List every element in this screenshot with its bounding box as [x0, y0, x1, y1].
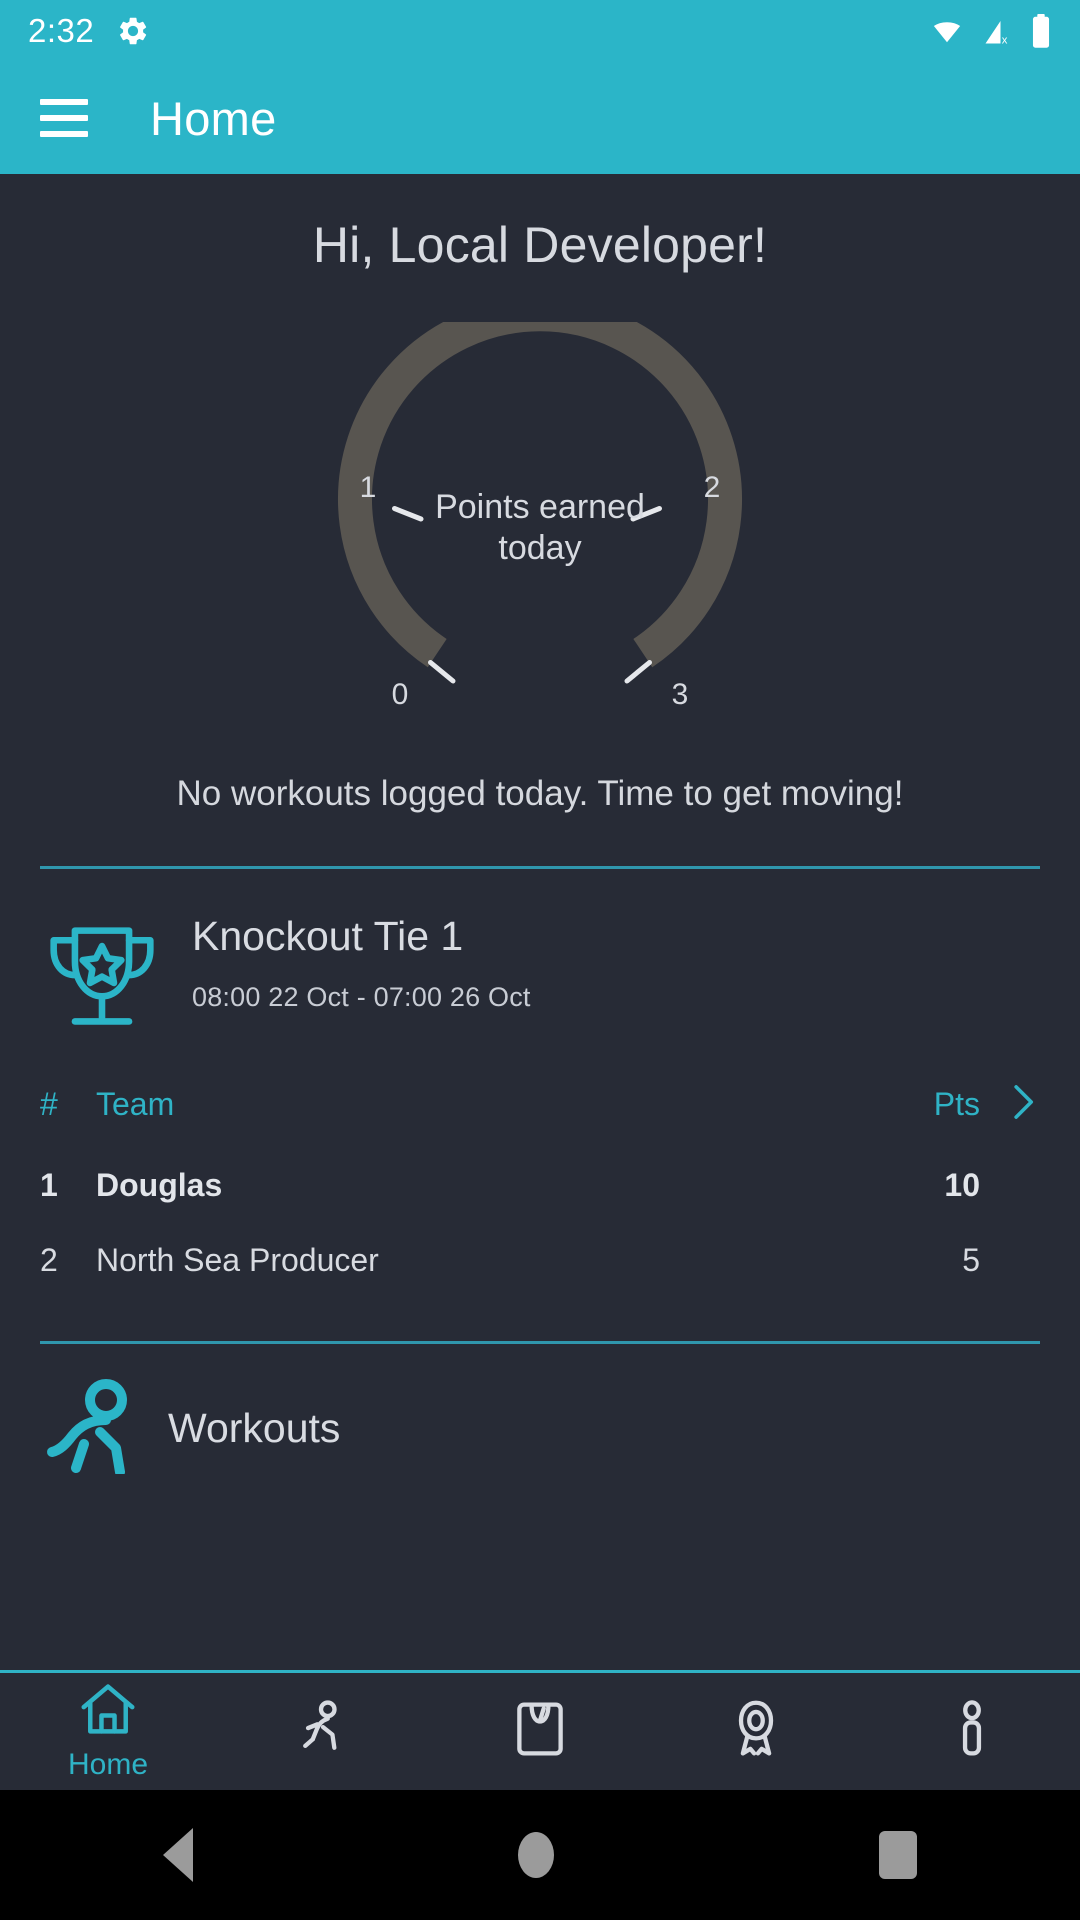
- competition-card[interactable]: Knockout Tie 1 08:00 22 Oct - 07:00 26 O…: [0, 869, 1080, 1285]
- status-bar-icons: x: [928, 14, 1052, 48]
- wifi-icon: [933, 22, 961, 43]
- row-rank: 1: [40, 1167, 58, 1203]
- app-bar: Home: [0, 62, 1080, 174]
- scale-icon: [512, 1699, 568, 1764]
- tab-awards[interactable]: [648, 1699, 864, 1764]
- table-row[interactable]: 2 North Sea Producer 5: [40, 1236, 1040, 1285]
- column-header-pts: Pts: [933, 1086, 980, 1122]
- home-icon: [78, 1681, 138, 1742]
- competition-dates: 08:00 22 Oct - 07:00 26 Oct: [192, 982, 531, 1012]
- empty-state-text: No workouts logged today. Time to get mo…: [176, 774, 904, 813]
- competition-titles: Knockout Tie 1 08:00 22 Oct - 07:00 26 O…: [192, 913, 1040, 1013]
- gauge-tick-label-0: 0: [392, 678, 409, 711]
- status-bar-clock: 2:32: [28, 12, 95, 49]
- competition-title: Knockout Tie 1: [192, 913, 464, 959]
- system-navigation-bar: [0, 1790, 1080, 1920]
- leaderboard-gap: [40, 1135, 1040, 1161]
- gauge-tick-label-1: 1: [360, 471, 377, 504]
- competition-header: Knockout Tie 1 08:00 22 Oct - 07:00 26 O…: [40, 913, 1040, 1040]
- status-bar: 2:32 x: [0, 0, 1080, 62]
- greeting-text: Hi, Local Developer!: [312, 217, 768, 273]
- leaderboard: # Team Pts 1 Douglas 10 2 North Sea Prod…: [40, 1074, 1040, 1285]
- gauge-tick-label-2: 2: [704, 471, 721, 504]
- cellular-no-signal-icon: x: [985, 21, 1008, 47]
- gauge-tick-label-3: 3: [672, 678, 689, 711]
- tab-activities[interactable]: [216, 1699, 432, 1764]
- column-header-rank: #: [40, 1086, 58, 1122]
- sidebar-item-home[interactable]: Home: [0, 1681, 216, 1782]
- column-header-team: Team: [96, 1086, 175, 1122]
- svg-text:x: x: [1002, 35, 1008, 47]
- row-pts: 5: [962, 1242, 980, 1278]
- points-gauge: 0 1 2 3 Points earned today: [290, 322, 790, 722]
- award-icon: [728, 1699, 784, 1764]
- row-rank: 2: [40, 1242, 58, 1278]
- runner-icon: [40, 1378, 150, 1479]
- gauge-label-line1: Points earned: [435, 488, 645, 527]
- gauge-center-label: Points earned today: [380, 487, 700, 570]
- main-content: Hi, Local Developer! 0 1 2 3 Points earn…: [0, 174, 1080, 1670]
- runner-icon: [295, 1699, 353, 1764]
- nav-label-home: Home: [67, 1748, 149, 1781]
- tab-info[interactable]: [864, 1699, 1080, 1764]
- gauge-label-line2: today: [498, 529, 582, 568]
- hamburger-menu-icon[interactable]: [40, 99, 88, 137]
- row-team: Douglas: [96, 1167, 223, 1203]
- home-button[interactable]: [517, 1832, 554, 1878]
- chevron-right-icon[interactable]: [980, 1080, 1040, 1129]
- workouts-section[interactable]: Workouts: [0, 1344, 1080, 1479]
- back-button[interactable]: [162, 1828, 193, 1882]
- battery-icon: [1032, 14, 1050, 48]
- info-icon: [949, 1699, 995, 1764]
- table-row[interactable]: 1 Douglas 10: [40, 1161, 1040, 1210]
- phone-screen: 2:32 x Home Hi, Local Developer! 0 1 2 3…: [0, 0, 1080, 1920]
- gear-icon: [116, 14, 150, 48]
- leaderboard-gap: [40, 1210, 1040, 1236]
- trophy-icon: [40, 913, 172, 1040]
- page-title: Home: [150, 91, 277, 145]
- bottom-navigation: Home: [0, 1670, 1080, 1790]
- row-team: North Sea Producer: [96, 1242, 379, 1278]
- leaderboard-header[interactable]: # Team Pts: [40, 1074, 1040, 1135]
- workouts-title: Workouts: [168, 1405, 341, 1451]
- recents-button[interactable]: [879, 1831, 918, 1879]
- tab-weight[interactable]: [432, 1699, 648, 1764]
- row-pts: 10: [944, 1167, 980, 1203]
